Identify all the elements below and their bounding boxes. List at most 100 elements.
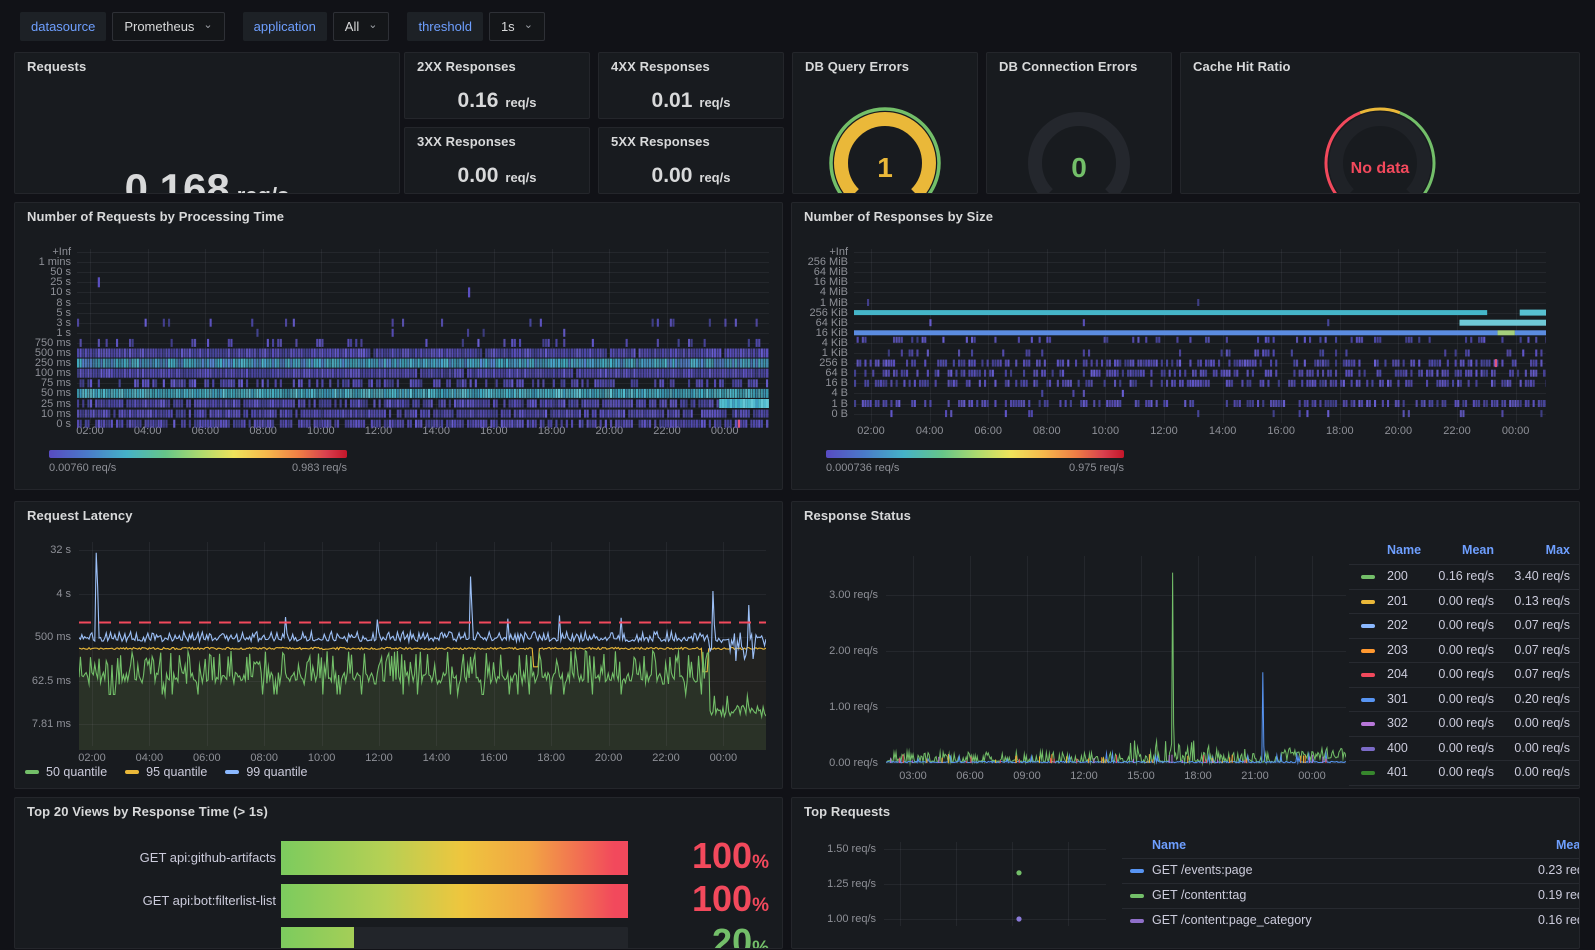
legend-table-row[interactable]: 2010.00 req/s0.13 req/s	[1349, 589, 1580, 614]
stat-value: 0.168	[125, 165, 230, 194]
gauge-value: No data	[1351, 160, 1410, 177]
stat-unit: req/s	[237, 183, 290, 194]
y-axis-label: 2.00 req/s	[806, 645, 878, 657]
x-axis-label: 06:00	[948, 770, 992, 782]
legend-table-row[interactable]: GET /events:page0.23 req/s	[1122, 858, 1580, 883]
panel-cache-hit-ratio: Cache Hit Ratio No data	[1180, 52, 1580, 194]
panel-title[interactable]: Response Status	[804, 508, 911, 523]
heatmap-y-label: 0 s	[15, 418, 71, 430]
variable-dropdown[interactable]: 1s⌄	[489, 12, 545, 41]
legend-item[interactable]: 99 quantile	[225, 765, 307, 779]
panel-title[interactable]: Requests	[27, 59, 86, 74]
legend-item[interactable]: 50 quantile	[25, 765, 107, 779]
gauge: No data	[1305, 81, 1455, 193]
legend-item[interactable]: 95 quantile	[125, 765, 207, 779]
panel-top-views: Top 20 Views by Response Time (> 1s) GET…	[14, 797, 783, 949]
panel-title[interactable]: Number of Requests by Processing Time	[27, 209, 284, 224]
panel-title[interactable]: 5XX Responses	[611, 134, 710, 149]
legend-table-row[interactable]: GET /content:page_category0.16 req/s	[1122, 908, 1580, 933]
y-axis-label: 7.81 ms	[15, 718, 71, 730]
column-header-name[interactable]: Name	[1152, 838, 1186, 852]
legend-table-row[interactable]: 2020.00 req/s0.07 req/s	[1349, 613, 1580, 638]
series-mean: 0.00 req/s	[1424, 594, 1494, 608]
panel-title[interactable]: DB Query Errors	[805, 59, 909, 74]
panel-title[interactable]: 3XX Responses	[417, 134, 516, 149]
gauge-value: 0	[1071, 152, 1087, 183]
series-name: GET /events:page	[1152, 863, 1253, 877]
panel-top-requests: Top Requests 1.50 req/s1.25 req/s1.00 re…	[791, 797, 1580, 949]
legend-table-row[interactable]: 4030.00 req/s0.00 req/s	[1349, 785, 1580, 790]
legend-table-row[interactable]: 3010.00 req/s0.20 req/s	[1349, 687, 1580, 712]
x-axis-label: 18:00	[1176, 770, 1220, 782]
series-name: 202	[1387, 618, 1408, 632]
bar-gauge-track	[281, 927, 628, 949]
column-header-mean[interactable]: Mean	[1424, 543, 1494, 557]
panel-title[interactable]: Top 20 Views by Response Time (> 1s)	[27, 804, 268, 819]
series-name: GET /content:page_category	[1152, 913, 1312, 927]
legend-table-row[interactable]: GET /content:tag0.19 req/s	[1122, 883, 1580, 908]
x-axis-label: 14:00	[414, 752, 458, 764]
series-mean: 0.00 req/s	[1424, 643, 1494, 657]
panel-title[interactable]: Top Requests	[804, 804, 890, 819]
y-axis-label: 1.50 req/s	[792, 843, 876, 855]
panel-db-query-errors: DB Query Errors 1	[792, 52, 978, 194]
legend-table-row[interactable]: 3020.00 req/s0.00 req/s	[1349, 711, 1580, 736]
column-header-name[interactable]: Name	[1387, 543, 1421, 557]
x-axis-label: 12:00	[357, 752, 401, 764]
legend-table-row[interactable]: 4000.00 req/s0.00 req/s	[1349, 736, 1580, 761]
panel-heatmap-processing-time: Number of Requests by Processing Time +I…	[14, 202, 783, 490]
panel-title[interactable]: Number of Responses by Size	[804, 209, 993, 224]
legend-table-row[interactable]: 2040.00 req/s0.07 req/s	[1349, 662, 1580, 687]
bar-gauge-track	[281, 841, 628, 875]
panel-title[interactable]: Request Latency	[27, 508, 133, 523]
stat-3xx: 0.00 req/s	[405, 164, 589, 188]
variable-value: All	[345, 19, 359, 34]
series-max: 0.00 req/s	[1500, 741, 1570, 755]
x-axis-label: 00:00	[701, 752, 745, 764]
series-swatch	[1361, 649, 1375, 653]
bar-gauge-value: 20%	[635, 921, 769, 949]
variable-dropdown[interactable]: All⌄	[333, 12, 390, 41]
x-axis-label: 08:00	[242, 752, 286, 764]
stat-value: 0.16	[458, 89, 499, 113]
heatmap-canvas	[77, 245, 769, 431]
panel-title[interactable]: 4XX Responses	[611, 59, 710, 74]
chevron-down-icon: ⌄	[203, 21, 212, 29]
variable-label[interactable]: threshold	[407, 12, 482, 41]
series-mean: 0.00 req/s	[1424, 692, 1494, 706]
variable-label[interactable]: datasource	[20, 12, 106, 41]
panel-heatmap-response-size: Number of Responses by Size +Inf256 MiB6…	[791, 202, 1580, 490]
y-axis-label: 0.00 req/s	[806, 757, 878, 769]
variable-label[interactable]: application	[243, 12, 327, 41]
legend-table-header: NameMean Max	[1349, 538, 1580, 564]
panel-title[interactable]: Cache Hit Ratio	[1193, 59, 1291, 74]
legend-swatch	[225, 770, 239, 774]
series-swatch	[1361, 771, 1375, 775]
response-status-chart-canvas	[886, 552, 1346, 768]
legend-table-row[interactable]: 2030.00 req/s0.07 req/s	[1349, 638, 1580, 663]
legend-table-row[interactable]: 2000.16 req/s3.40 req/s	[1349, 564, 1580, 589]
chevron-down-icon: ⌄	[524, 21, 533, 29]
panel-title[interactable]: DB Connection Errors	[999, 59, 1138, 74]
series-name: 301	[1387, 692, 1408, 706]
legend-swatch	[125, 770, 139, 774]
column-header-max[interactable]: Max	[1500, 543, 1570, 557]
variable-dropdown[interactable]: Prometheus⌄	[112, 12, 224, 41]
series-max: 0.00 req/s	[1500, 716, 1570, 730]
x-axis-label: 10:00	[300, 752, 344, 764]
x-axis-label: 09:00	[1005, 770, 1049, 782]
series-max: 3.40 req/s	[1500, 569, 1570, 583]
x-axis-label: 20:00	[587, 752, 631, 764]
series-swatch	[1361, 624, 1375, 628]
stat-4xx: 0.01 req/s	[599, 89, 783, 113]
legend-table-row[interactable]: 4010.00 req/s0.00 req/s	[1349, 760, 1580, 785]
x-axis-label: 02:00	[70, 752, 114, 764]
x-axis-label: 00:00	[1290, 770, 1334, 782]
series-name: 400	[1387, 741, 1408, 755]
panel-db-connection-errors: DB Connection Errors 0	[986, 52, 1172, 194]
series-max: 0.07 req/s	[1500, 667, 1570, 681]
bar-gauge-label: GET api:github-artifacts	[27, 850, 276, 865]
panel-title[interactable]: 2XX Responses	[417, 59, 516, 74]
column-header-mean[interactable]: Mean	[1556, 838, 1580, 852]
stat-value: 0.01	[652, 89, 693, 113]
